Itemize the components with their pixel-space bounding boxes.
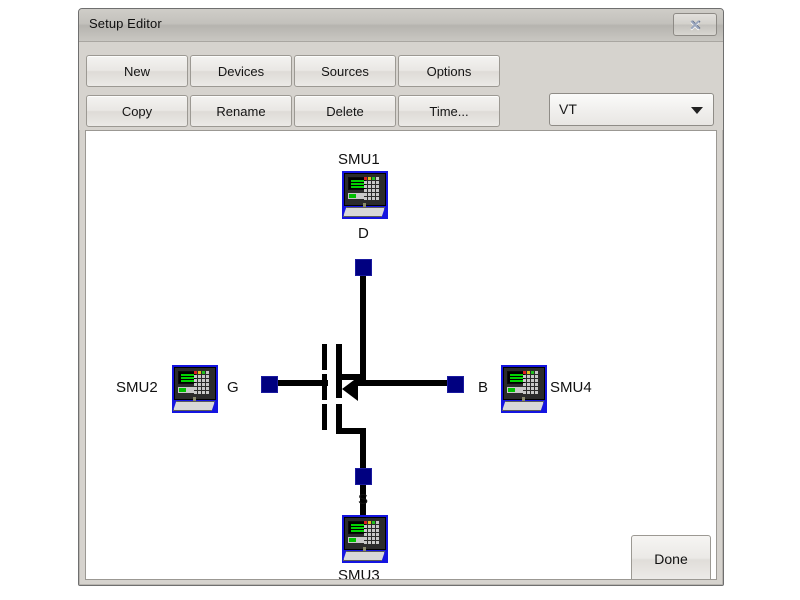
bulk-wire [354,380,450,386]
time-button[interactable]: Time... [398,95,500,127]
source-terminal[interactable] [355,468,372,485]
drain-terminal[interactable] [355,259,372,276]
gate-bar-bottom [322,404,327,430]
source-pin-label: S [358,491,369,508]
smu4-label: SMU4 [550,379,592,396]
copy-button[interactable]: Copy [86,95,188,127]
close-button[interactable]: ✕ [673,13,717,36]
mode-dropdown[interactable]: VT [549,93,714,126]
smu4-icon[interactable] [501,365,547,413]
new-button[interactable]: New [86,55,188,87]
smu2-icon[interactable] [172,365,218,413]
rename-button[interactable]: Rename [190,95,292,127]
channel-segment-top [336,344,342,374]
window-title: Setup Editor [89,16,162,31]
smu3-icon[interactable] [342,515,388,563]
smu1-icon[interactable] [342,171,388,219]
gate-wire [278,380,328,386]
setup-editor-window: Setup Editor ✕ New Devices Sources Optio… [78,8,724,586]
gate-bar-middle [322,374,327,400]
options-button[interactable]: Options [398,55,500,87]
toolbar: New Devices Sources Options Copy Rename … [79,42,723,130]
chevron-down-icon [691,107,703,114]
sources-button[interactable]: Sources [294,55,396,87]
delete-button[interactable]: Delete [294,95,396,127]
drain-wire-vertical [360,276,366,380]
devices-button[interactable]: Devices [190,55,292,87]
done-button[interactable]: Done [631,535,711,579]
gate-terminal[interactable] [261,376,278,393]
title-bar: Setup Editor ✕ [79,9,723,42]
smu2-label: SMU2 [116,379,158,396]
bulk-pin-label: B [478,379,489,396]
drain-pin-label: D [358,225,369,242]
gate-bar-top [322,344,327,370]
gate-pin-label: G [227,379,239,396]
smu3-label: SMU3 [338,567,380,580]
mode-dropdown-value: VT [559,101,577,117]
bulk-terminal[interactable] [447,376,464,393]
smu1-label: SMU1 [338,151,380,168]
close-icon: ✕ [689,16,701,33]
schematic-canvas[interactable]: SMU1 D SMU2 G B SMU4 S SMU3 Done [85,130,717,580]
